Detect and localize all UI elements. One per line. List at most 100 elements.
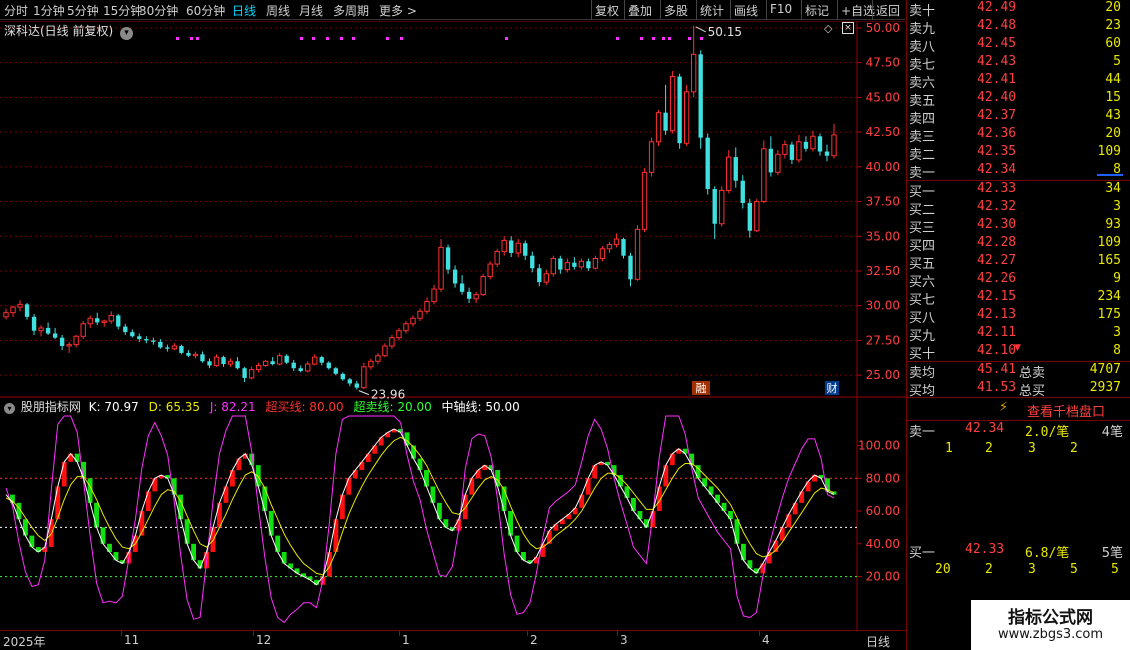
period-tab-6[interactable]: 日线	[232, 2, 256, 19]
ask-level-9[interactable]: 卖九 42.48 23	[907, 18, 1130, 37]
ask1-amount: 2.0/笔	[1025, 425, 1070, 440]
ask-level-10-price: 42.49	[977, 0, 1017, 15]
bid-level-5[interactable]: 买五 42.27 165	[907, 253, 1130, 272]
candle-body	[796, 141, 802, 161]
tool-button-2[interactable]: 多股	[664, 2, 688, 19]
bid-level-8-price: 42.13	[977, 307, 1017, 322]
date-label: 3	[620, 633, 628, 647]
candle-body	[165, 347, 170, 349]
bid1-count: 5笔	[1101, 546, 1123, 561]
candle-body	[221, 357, 226, 365]
ask-level-4[interactable]: 卖四 42.37 43	[907, 108, 1130, 127]
indicator-tick-label: 40.00	[866, 537, 900, 551]
pane-close-icon[interactable]: ×	[842, 22, 854, 34]
candle-body	[347, 379, 353, 384]
candle-body	[73, 335, 79, 346]
period-tab-9[interactable]: 多周期	[333, 2, 369, 19]
period-tab-10[interactable]: 更多 >	[379, 2, 417, 19]
total-ask-label: 总卖	[1019, 366, 1046, 381]
period-tab-2[interactable]: 5分钟	[67, 2, 99, 19]
candle-body	[368, 360, 374, 368]
bid-level-2-price: 42.32	[977, 199, 1017, 214]
candle-body	[705, 137, 710, 190]
period-tab-4[interactable]: 30分钟	[139, 2, 178, 19]
ask-level-7[interactable]: 卖七 42.43 5	[907, 54, 1130, 73]
tool-button-1[interactable]: 叠加	[628, 2, 652, 19]
bid-level-3[interactable]: 买三 42.30 93	[907, 217, 1130, 236]
title-dropdown-icon[interactable]: ▾	[120, 27, 134, 40]
kdj-bar	[585, 478, 591, 495]
event-dot	[386, 37, 389, 40]
mid-value: 中轴线: 50.00	[441, 400, 520, 414]
queue-order-size: 5	[1070, 562, 1078, 577]
price-tick-label: 37.50	[866, 195, 900, 209]
bid-level-6[interactable]: 买六 42.26 9	[907, 271, 1130, 290]
candle-body	[66, 344, 72, 347]
bid-level-4[interactable]: 买四 42.28 109	[907, 235, 1130, 254]
candle-body	[558, 258, 563, 270]
candle-body	[333, 368, 338, 374]
tool-button-7[interactable]: +自选	[841, 2, 875, 19]
tool-button-4[interactable]: 画线	[734, 2, 758, 19]
candle-body	[305, 363, 311, 372]
candle-body	[572, 262, 577, 267]
pane-diamond-icon[interactable]: ◇	[824, 22, 832, 35]
candlestick-series	[3, 25, 837, 390]
kdj-bar	[327, 551, 332, 577]
k-value: K: 70.97	[88, 400, 139, 414]
bid-level-8[interactable]: 买八 42.13 175	[907, 307, 1130, 326]
candle-body	[354, 383, 360, 388]
candle-body	[690, 53, 697, 93]
tool-button-6[interactable]: 标记	[805, 2, 829, 19]
ask-level-3[interactable]: 卖三 42.36 20	[907, 126, 1130, 145]
bid-level-1[interactable]: 买一 42.33 34	[907, 181, 1130, 200]
ask-level-10[interactable]: 卖十 42.49 20	[907, 0, 1130, 19]
bid-level-2[interactable]: 买二 42.32 3	[907, 199, 1130, 218]
candle-body	[200, 354, 205, 362]
candle-body	[10, 306, 16, 314]
tool-button-3[interactable]: 统计	[700, 2, 724, 19]
event-dot	[668, 37, 671, 40]
queue-order-size: 3	[1028, 562, 1036, 577]
ask-level-6-label: 卖六	[909, 76, 936, 91]
ask-level-4-label: 卖四	[909, 112, 936, 127]
ask-level-5-price: 42.40	[977, 90, 1017, 105]
ask-level-6[interactable]: 卖六 42.41 44	[907, 72, 1130, 91]
period-tab-3[interactable]: 15分钟	[103, 2, 142, 19]
candle-body	[537, 268, 542, 283]
kdj-bar	[443, 519, 449, 528]
chart-area[interactable]: 25.00 27.50 30.00 32.50 35.00 37.50 40.00 42.50…	[0, 21, 906, 630]
tool-button-0[interactable]: 复权	[595, 2, 619, 19]
ask-level-2[interactable]: 卖二 42.35 109	[907, 144, 1130, 163]
price-tick-label: 47.50	[866, 56, 900, 70]
period-tab-0[interactable]: 分时	[4, 2, 28, 19]
bid-level-7[interactable]: 买七 42.15 234	[907, 289, 1130, 308]
period-tab-7[interactable]: 周线	[266, 2, 290, 19]
period-tab-5[interactable]: 60分钟	[186, 2, 225, 19]
candle-body	[45, 327, 51, 334]
date-tick	[527, 631, 528, 636]
kdj-bar	[521, 551, 526, 561]
ask-level-5-label: 卖五	[909, 94, 936, 109]
candle-body	[235, 361, 240, 369]
ask1-queue: 1 2 3 2	[907, 441, 1130, 459]
toolbar-separator	[837, 0, 838, 20]
kdj-bar	[805, 481, 811, 492]
tool-button-5[interactable]: F10	[770, 2, 792, 16]
kdj-bar	[508, 511, 513, 536]
period-tab-8[interactable]: 月线	[299, 2, 323, 19]
stock-title: 深科达(日线 前复权)	[4, 24, 114, 38]
period-tab-1[interactable]: 1分钟	[33, 2, 65, 19]
indicator-menu-icon[interactable]: ▾	[4, 403, 15, 414]
ask-level-5[interactable]: 卖五 42.40 15	[907, 90, 1130, 109]
bid-level-9[interactable]: 买九 42.11 3	[907, 325, 1130, 344]
ask-level-5-volume: 15	[1105, 90, 1121, 105]
view-1000-levels-button[interactable]: ⚡ 查看千档盘口	[907, 398, 1130, 420]
tool-button-8[interactable]: 返回	[876, 2, 900, 19]
candle-body	[677, 76, 682, 144]
candle-body	[452, 269, 458, 284]
kdj-bar	[430, 486, 436, 503]
oversold-value: 超卖线: 20.00	[353, 400, 432, 414]
low-marker-arrow	[358, 390, 370, 396]
ask-level-8[interactable]: 卖八 42.45 60	[907, 36, 1130, 55]
